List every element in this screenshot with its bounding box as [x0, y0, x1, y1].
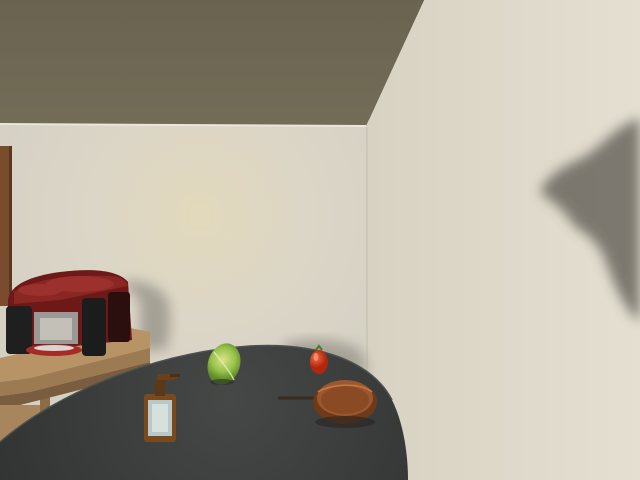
- scene-render: [0, 0, 640, 480]
- game-viewport[interactable]: [0, 0, 640, 480]
- ceiling: [0, 0, 424, 126]
- door-frame-shade: [9, 146, 12, 306]
